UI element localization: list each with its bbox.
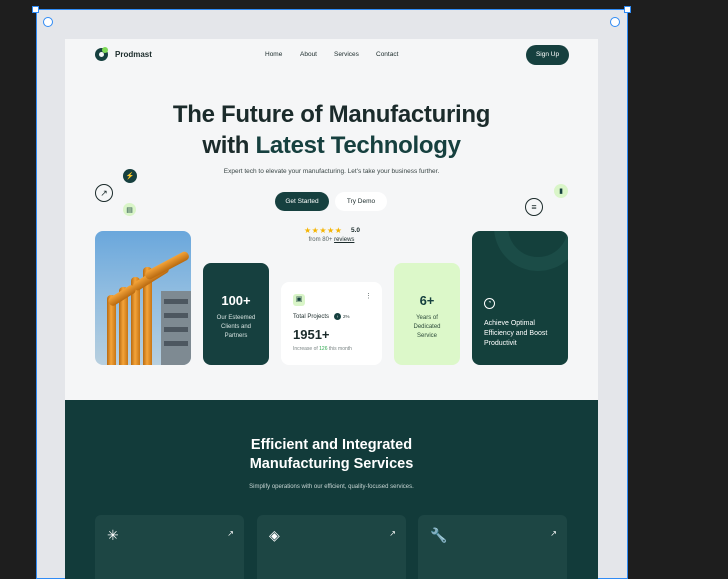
resize-handle-top-right[interactable]: [624, 6, 631, 13]
hero-title-accent: Latest Technology: [255, 132, 461, 159]
service-card-1[interactable]: ✳ ↗: [95, 515, 244, 579]
years-value: 6+: [419, 293, 435, 308]
hero-subtitle: Expert tech to elevate your manufacturin…: [223, 168, 440, 175]
reviews-prefix: from 80+: [308, 237, 335, 243]
projects-title: Total Projects: [293, 314, 330, 320]
pipe-elbow-3: [143, 250, 191, 281]
years-label: Years of Dedicated Service: [413, 315, 441, 339]
arrow-up-right-icon: ↗: [95, 184, 113, 202]
trend-up-icon: ↑: [334, 313, 341, 320]
projects-note-prefix: Increase of: [293, 346, 320, 352]
sparkle-icon: ✳: [107, 527, 119, 543]
bolt-icon: ⚡: [123, 169, 137, 183]
projects-note: Increase of 126 this month: [293, 346, 352, 352]
projects-note-suffix: this month: [327, 346, 352, 352]
landing-page: Prodmast Home About Services Contact Sig…: [65, 39, 598, 579]
rotate-handle-left[interactable]: [43, 17, 53, 27]
logo-icon[interactable]: [95, 47, 108, 61]
clients-label: Our Esteemed Clients and Partners: [216, 315, 256, 339]
clients-value: 100+: [221, 293, 251, 308]
efficiency-card: ◔ Achieve Optimal Efficiency and Boost P…: [472, 231, 568, 365]
hero-title-line1: The Future of Manufacturing: [172, 101, 491, 128]
rating-stars-icon: ★★★★★: [304, 226, 343, 235]
nav-link-home[interactable]: Home: [265, 51, 282, 58]
rotate-handle-right[interactable]: [610, 17, 620, 27]
resize-handle-top-left[interactable]: [32, 6, 39, 13]
brand-name[interactable]: Prodmast: [115, 50, 152, 59]
services-title-line2: Manufacturing Services: [249, 456, 414, 472]
services-section: Efficient and Integrated Manufacturing S…: [65, 400, 598, 579]
decorative-arc: [494, 231, 568, 271]
project-icon: ▣: [293, 294, 305, 306]
services-subtitle: Simplify operations with our efficient, …: [249, 484, 414, 490]
services-title-line1: Efficient and Integrated: [250, 437, 413, 453]
menu-icon: ≡: [525, 198, 543, 216]
hero-title-plain: with: [202, 132, 256, 159]
projects-change: 2%: [343, 314, 350, 319]
nav-link-about[interactable]: About: [300, 51, 317, 58]
arrow-up-right-icon[interactable]: ↗: [389, 529, 396, 538]
efficiency-text: Achieve Optimal Efficiency and Boost Pro…: [484, 320, 548, 347]
bar-chart-icon: ▮: [554, 184, 568, 198]
rating-value: 5.0: [351, 227, 361, 234]
document-icon: ▤: [123, 203, 136, 216]
service-card-2[interactable]: ◈ ↗: [257, 515, 406, 579]
get-started-button[interactable]: Get Started: [275, 192, 329, 211]
services-title: Efficient and Integrated Manufacturing S…: [65, 436, 598, 474]
try-demo-button[interactable]: Try Demo: [335, 192, 387, 211]
service-card-3[interactable]: 🔧 ↗: [418, 515, 567, 579]
design-canvas: Prodmast Home About Services Contact Sig…: [0, 0, 728, 579]
projects-value: 1951+: [293, 327, 330, 342]
navbar: Prodmast Home About Services Contact Sig…: [65, 39, 598, 73]
arrow-up-right-icon[interactable]: ↗: [227, 529, 234, 538]
building-shape: [161, 291, 191, 365]
nav-link-services[interactable]: Services: [334, 51, 359, 58]
total-projects-card: ▣ ⋮ Total Projects ↑ 2% 1951+ Increase o…: [281, 282, 382, 365]
reviews-link[interactable]: reviews: [334, 237, 354, 243]
nav-link-contact[interactable]: Contact: [376, 51, 398, 58]
kebab-menu-icon[interactable]: ⋮: [365, 292, 372, 300]
factory-pipes-image: [95, 231, 191, 365]
clients-stat-card: 100+ Our Esteemed Clients and Partners: [203, 263, 269, 365]
sign-up-button[interactable]: Sign Up: [526, 45, 569, 65]
gauge-icon: ◔: [484, 298, 495, 309]
arrow-up-right-icon[interactable]: ↗: [550, 529, 557, 538]
wrench-icon: 🔧: [430, 527, 448, 543]
layers-icon: ◈: [269, 527, 280, 543]
hero-title-line2: with Latest Technology: [65, 130, 598, 161]
hero-title: The Future of Manufacturing with Latest …: [65, 99, 598, 161]
years-stat-card: 6+ Years of Dedicated Service: [394, 263, 460, 365]
